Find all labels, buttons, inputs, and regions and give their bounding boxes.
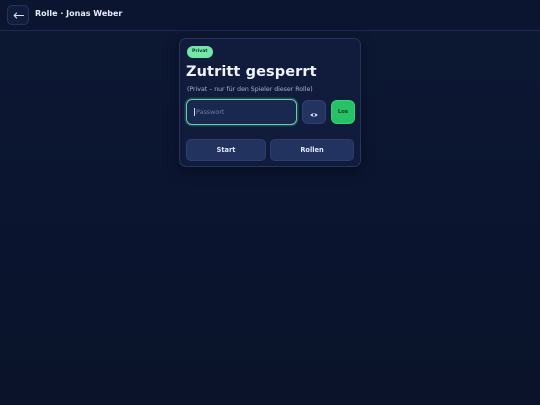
submit-button[interactable]: Los — [331, 100, 355, 124]
eye-icon — [310, 103, 318, 122]
card-title: Zutritt gesperrt — [186, 64, 317, 80]
back-button[interactable] — [7, 5, 29, 25]
start-button[interactable]: Start — [186, 139, 266, 161]
password-field[interactable] — [186, 99, 297, 125]
roles-button[interactable]: Rollen — [270, 139, 354, 161]
page-title: Rolle · Jonas Weber — [35, 9, 123, 18]
arrow-left-icon — [13, 12, 24, 19]
text-caret — [194, 108, 195, 116]
show-password-button[interactable] — [302, 100, 326, 124]
card-subtitle: (Privat – nur für den Spieler dieser Rol… — [187, 86, 313, 93]
locked-access-card: Privat Zutritt gesperrt (Privat – nur fü… — [179, 38, 361, 167]
password-input[interactable] — [196, 108, 292, 116]
top-bar: Rolle · Jonas Weber — [0, 0, 540, 31]
private-badge: Privat — [187, 46, 213, 58]
